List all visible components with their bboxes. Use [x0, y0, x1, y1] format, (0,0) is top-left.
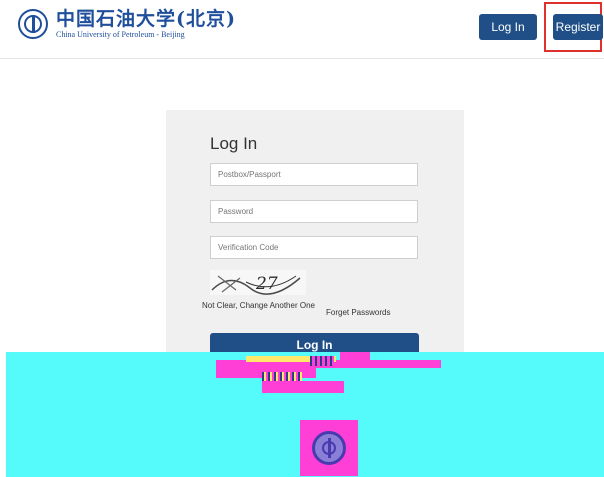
site-header: 中国石油大学(北京) China University of Petroleum… — [0, 0, 604, 59]
captcha-image[interactable]: 27 — [210, 270, 306, 295]
verification-code-input[interactable] — [210, 236, 418, 259]
change-captcha-link[interactable]: Not Clear, Change Another One — [202, 301, 315, 310]
login-title: Log In — [210, 134, 258, 153]
postbox-input[interactable] — [210, 163, 418, 186]
emblem-ring-icon — [312, 431, 346, 465]
glitched-emblem-icon — [300, 420, 358, 476]
glitch-band — [340, 352, 370, 360]
captcha-text: 27 — [255, 274, 278, 294]
university-emblem-icon — [18, 9, 48, 39]
login-card: Log In 27 Not Clear, Change Another One … — [166, 110, 464, 370]
forgot-password-link[interactable]: Forget Passwords — [326, 308, 390, 317]
glitch-band — [310, 356, 334, 366]
university-logo[interactable]: 中国石油大学(北京) China University of Petroleum… — [18, 8, 236, 40]
password-input[interactable] — [210, 200, 418, 223]
header-login-button[interactable]: Log In — [479, 14, 537, 40]
logo-text: 中国石油大学(北京) China University of Petroleum… — [56, 8, 236, 40]
register-button[interactable]: Register — [553, 14, 603, 40]
glitch-band — [262, 381, 344, 393]
logo-name-english: China University of Petroleum - Beijing — [56, 30, 185, 39]
logo-name-chinese: 中国石油大学(北京) — [56, 8, 236, 30]
